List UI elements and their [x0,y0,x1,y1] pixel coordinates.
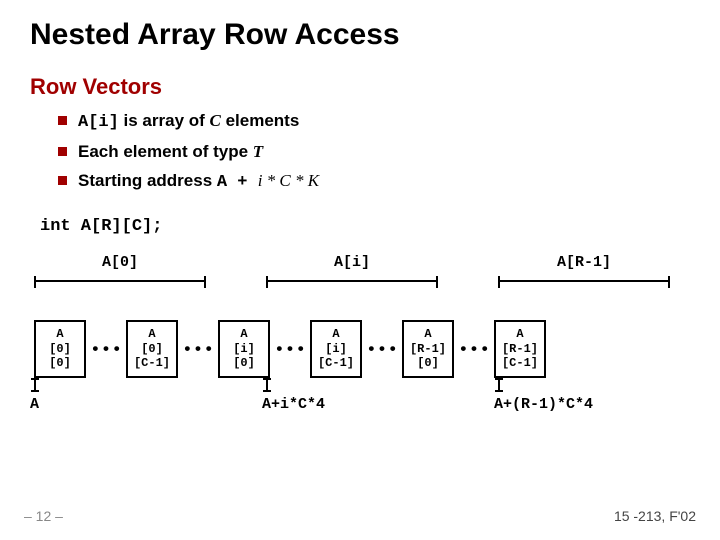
course-tag: 15 -213, F'02 [614,508,696,524]
bullet-list: A[i] is array of C elements Each element… [30,110,690,195]
memory-diagram: A[0] A[i] A[R-1] A [0] [0] • • • A [0] [34,254,704,429]
bullet-1-code: A[i] [78,113,119,132]
tick-icon [266,378,268,392]
bracket-r [498,276,670,288]
address-0: A [30,396,39,413]
bracket-i [266,276,438,288]
box: A [0] [0] [34,320,86,378]
cell-0-0: A [0] [0] • • • A [0] [C-1] [34,320,178,378]
tick-icon [498,378,500,392]
box: A [i] [C-1] [310,320,362,378]
group-label-i: A[i] [266,254,438,276]
box: A [R-1] [0] [402,320,454,378]
page-number: – 12 – [24,508,63,524]
address-r: A+(R-1)*C*4 [494,396,593,413]
group-label-0: A[0] [34,254,206,276]
ellipsis-icon: • • • [270,320,310,378]
page-title: Nested Array Row Access [30,18,690,52]
ellipsis-icon: • • • [178,320,218,378]
address-i: A+i*C*4 [262,396,325,413]
ellipsis-icon: • • • [362,320,402,378]
section-heading: Row Vectors [30,74,690,100]
cell-r: A [R-1] [0] • • • A [R-1] [C-1] [402,320,546,378]
ellipsis-icon: • • • [454,320,494,378]
bullet-1: A[i] is array of C elements [58,110,690,135]
tick-icon [34,378,36,392]
box: A [i] [0] [218,320,270,378]
bullet-3: Starting address A + i * C * K [58,170,690,195]
box: A [0] [C-1] [126,320,178,378]
cell-i: A [i] [0] • • • A [i] [C-1] [218,320,362,378]
group-label-r: A[R-1] [498,254,670,276]
bullet-2: Each element of type T [58,141,690,164]
ellipsis-icon: • • • [86,320,126,378]
box: A [R-1] [C-1] [494,320,546,378]
array-declaration: int A[R][C]; [40,217,690,236]
bracket-0 [34,276,206,288]
